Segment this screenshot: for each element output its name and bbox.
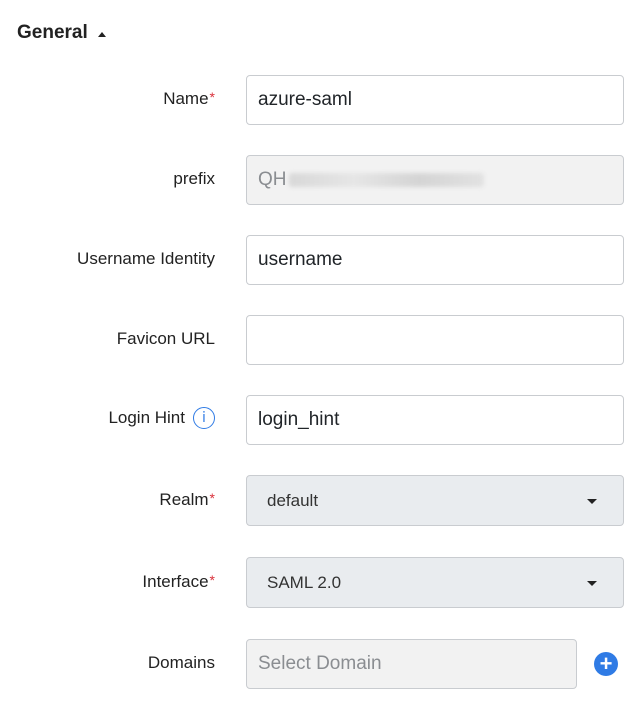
interface-select[interactable]: SAML 2.0 (246, 557, 624, 608)
prefix-row: prefix QH (0, 155, 635, 205)
redacted-text (288, 173, 484, 187)
name-row: Name * azure-saml (0, 75, 635, 125)
chevron-down-icon (587, 580, 597, 586)
chevron-down-icon (587, 498, 597, 504)
login-hint-input[interactable]: login_hint (246, 395, 624, 445)
interface-label: Interface * (142, 572, 215, 591)
info-icon[interactable]: i (193, 407, 215, 429)
section-title: General (17, 22, 88, 43)
caret-up-icon (97, 31, 106, 37)
add-domain-button[interactable]: + (594, 652, 618, 676)
username-identity-input[interactable]: username (246, 235, 624, 285)
domains-label: Domains (147, 653, 215, 672)
username-identity-row: Username Identity username (0, 235, 635, 285)
name-input[interactable]: azure-saml (246, 75, 624, 125)
favicon-url-row: Favicon URL (0, 315, 635, 365)
prefix-label: prefix (173, 169, 215, 188)
section-toggle-general[interactable]: General (17, 22, 106, 44)
domains-select[interactable]: Select Domain (246, 639, 577, 689)
realm-row: Realm * default (0, 475, 635, 526)
login-hint-label: Login Hint i (108, 407, 215, 429)
interface-row: Interface * SAML 2.0 (0, 557, 635, 608)
prefix-input: QH (246, 155, 624, 205)
domains-row: Domains Select Domain + (0, 639, 635, 689)
favicon-url-label: Favicon URL (116, 329, 215, 348)
realm-select[interactable]: default (246, 475, 624, 526)
username-identity-label: Username Identity (77, 249, 215, 268)
realm-label: Realm * (159, 490, 215, 509)
name-label: Name * (163, 89, 215, 108)
login-hint-row: Login Hint i login_hint (0, 395, 635, 445)
favicon-url-input[interactable] (246, 315, 624, 365)
